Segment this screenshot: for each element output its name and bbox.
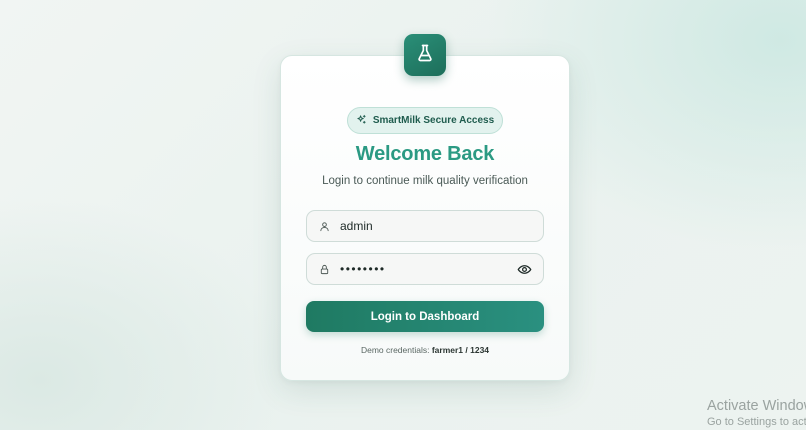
password-input[interactable] (340, 254, 516, 284)
activate-windows-watermark: Activate Windows Go to Settings to activ… (707, 398, 806, 430)
watermark-line2: Go to Settings to activate Windows. (707, 416, 806, 428)
page-subtitle: Login to continue milk quality verificat… (322, 175, 528, 187)
sparkles-icon (356, 114, 367, 128)
username-field[interactable] (306, 210, 544, 242)
password-field[interactable] (306, 253, 544, 285)
flask-icon (415, 43, 435, 68)
lock-icon (318, 263, 330, 275)
user-icon (318, 220, 330, 232)
demo-credentials-value: farmer1 / 1234 (431, 345, 490, 355)
secure-access-badge: SmartMilk Secure Access (347, 107, 503, 134)
eye-icon[interactable] (516, 262, 532, 276)
demo-credentials-prefix: Demo credentials: (360, 345, 432, 355)
username-input[interactable] (340, 211, 543, 241)
page-title: Welcome Back (355, 143, 495, 165)
watermark-line1: Activate Windows (707, 398, 806, 414)
app-logo (404, 34, 446, 76)
login-button[interactable]: Login to Dashboard (306, 301, 544, 332)
badge-label: SmartMilk Secure Access (372, 115, 495, 126)
demo-credentials: Demo credentials: farmer1 / 1234 (280, 345, 570, 355)
